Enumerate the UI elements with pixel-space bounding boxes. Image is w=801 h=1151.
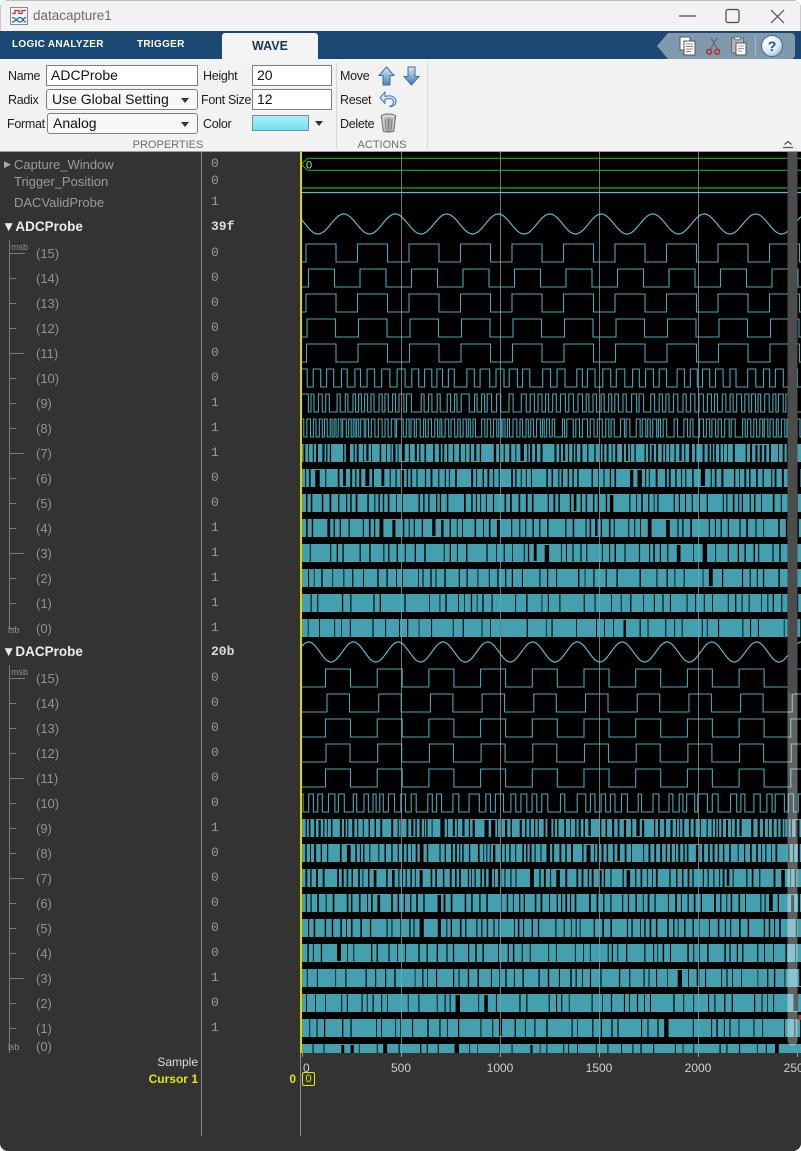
svg-text:0: 0: [306, 160, 312, 172]
svg-text:?: ?: [768, 38, 777, 54]
